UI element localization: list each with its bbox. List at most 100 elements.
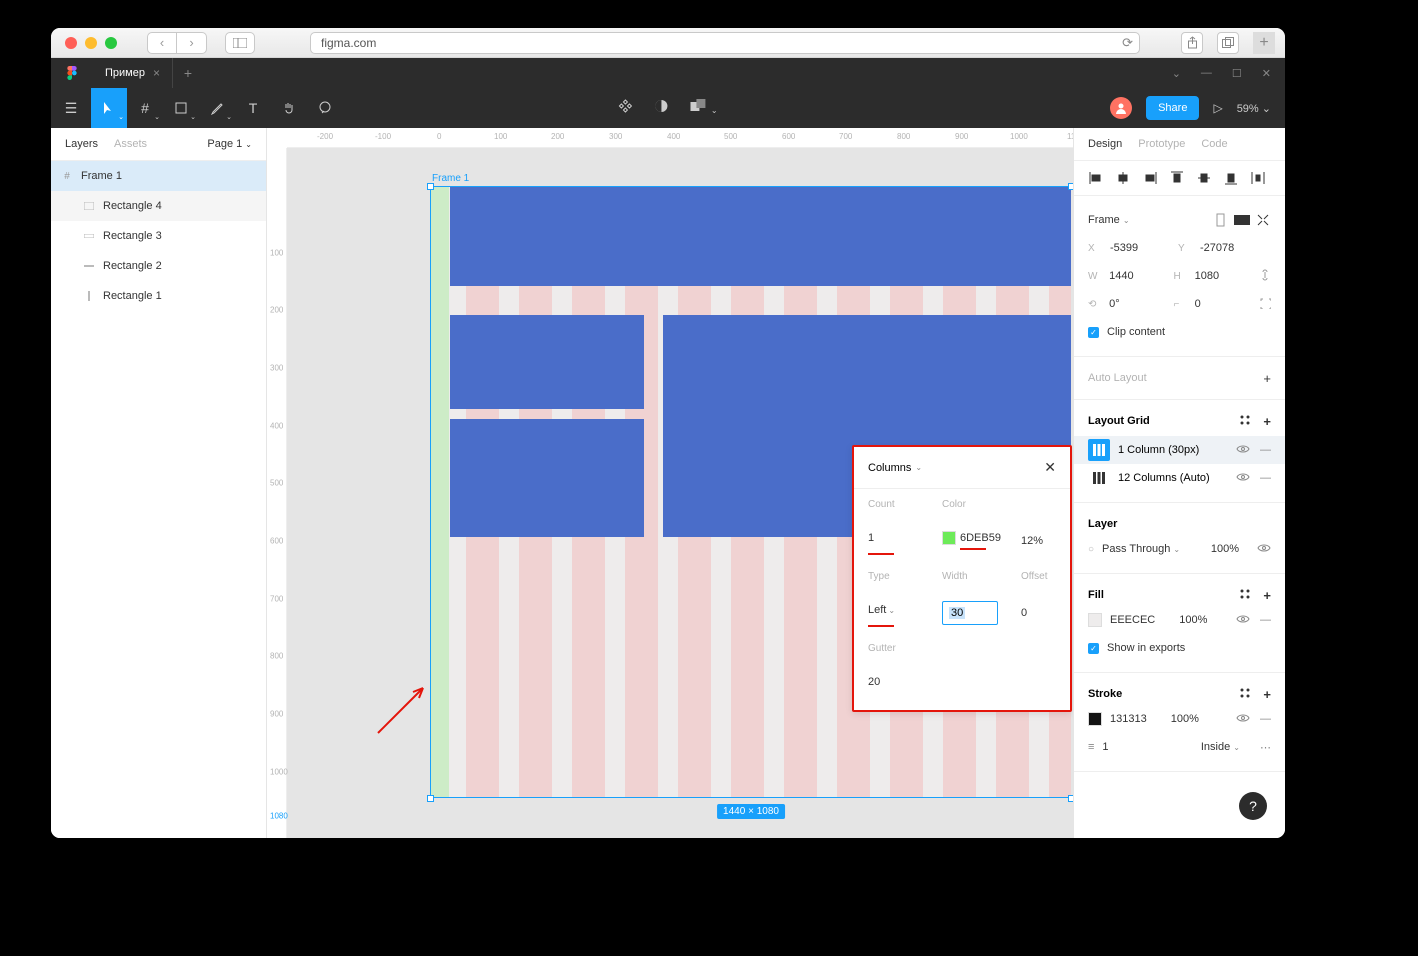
grid-item-2[interactable]: 12 Columns (Auto) [1118, 472, 1210, 484]
add-stroke-button[interactable]: + [1263, 687, 1271, 702]
frame-type-select[interactable]: Frame ⌄ [1088, 214, 1130, 226]
share-icon[interactable] [1181, 32, 1203, 54]
align-hcenter-icon[interactable] [1115, 170, 1131, 186]
constrain-proportions-icon[interactable] [1259, 268, 1271, 285]
rectangle-3[interactable] [450, 315, 644, 409]
close-window-icon[interactable] [65, 37, 77, 49]
layer-rectangle-2[interactable]: Rectangle 2 [51, 251, 266, 281]
layer-rectangle-4[interactable]: Rectangle 4 [51, 191, 266, 221]
reload-icon[interactable]: ⟳ [1122, 35, 1133, 51]
close-icon[interactable]: ✕ [1044, 459, 1056, 476]
pen-tool[interactable]: ⌄ [199, 88, 235, 128]
blend-mode-select[interactable]: Pass Through ⌄ [1102, 543, 1180, 555]
remove-stroke-button[interactable]: — [1260, 713, 1271, 726]
align-top-icon[interactable] [1169, 170, 1185, 186]
frame-label[interactable]: Frame 1 [432, 173, 469, 184]
x-input[interactable]: -5399 [1110, 242, 1170, 254]
window-minimize-icon[interactable]: — [1201, 67, 1212, 79]
user-avatar[interactable] [1110, 97, 1132, 119]
rectangle-2[interactable] [450, 419, 644, 537]
frame-tool[interactable]: #⌄ [127, 88, 163, 128]
help-button[interactable]: ? [1239, 792, 1267, 820]
remove-grid-button[interactable]: — [1260, 444, 1271, 457]
window-maximize-icon[interactable]: ☐ [1232, 67, 1242, 80]
fill-styles-icon[interactable] [1239, 588, 1251, 603]
stroke-position-select[interactable]: Inside ⌄ [1201, 741, 1240, 753]
h-input[interactable]: 1080 [1195, 270, 1251, 282]
visibility-icon[interactable] [1236, 472, 1250, 485]
visibility-icon[interactable] [1236, 713, 1250, 726]
stroke-weight-input[interactable]: 1 [1102, 741, 1108, 753]
code-tab[interactable]: Code [1201, 138, 1227, 150]
stroke-color-swatch[interactable] [1088, 712, 1102, 726]
visibility-icon[interactable] [1236, 444, 1250, 457]
fill-opacity-input[interactable]: 100% [1179, 614, 1207, 626]
columns-icon[interactable] [1088, 439, 1110, 461]
column-color-input[interactable]: 6DEB59 [942, 529, 1017, 553]
text-tool[interactable]: T [235, 88, 271, 128]
clip-content-checkbox[interactable]: ✓ [1088, 327, 1099, 338]
minimize-window-icon[interactable] [85, 37, 97, 49]
prototype-tab[interactable]: Prototype [1138, 138, 1185, 150]
zoom-level[interactable]: 59% ⌄ [1237, 102, 1271, 115]
radius-input[interactable]: 0 [1195, 298, 1251, 310]
layers-tab[interactable]: Layers [65, 138, 98, 150]
tabs-icon[interactable] [1217, 32, 1239, 54]
comment-tool[interactable] [307, 88, 343, 128]
chevron-down-icon[interactable]: ⌄ [915, 463, 922, 472]
window-close-icon[interactable]: ✕ [1262, 67, 1271, 80]
align-right-icon[interactable] [1142, 170, 1158, 186]
w-input[interactable]: 1440 [1109, 270, 1165, 282]
sidebar-toggle-button[interactable] [225, 32, 255, 54]
distribute-icon[interactable] [1250, 170, 1266, 186]
grid-item-1[interactable]: 1 Column (30px) [1118, 444, 1199, 456]
add-autolayout-button[interactable]: + [1263, 371, 1271, 386]
page-selector[interactable]: Page 1 ⌄ [207, 138, 252, 150]
hand-tool[interactable] [271, 88, 307, 128]
column-width-input[interactable]: 30 [942, 601, 998, 625]
y-input[interactable]: -27078 [1200, 242, 1260, 254]
window-dropdown-icon[interactable]: ⌄ [1172, 67, 1181, 80]
stroke-hex-input[interactable]: 131313 [1110, 713, 1147, 725]
add-fill-button[interactable]: + [1263, 588, 1271, 603]
shape-tool[interactable]: ⌄ [163, 88, 199, 128]
rectangle-4[interactable] [450, 187, 1071, 286]
visibility-icon[interactable] [1236, 614, 1250, 627]
column-count-input[interactable]: 1 [868, 526, 938, 555]
remove-fill-button[interactable]: — [1260, 614, 1271, 627]
column-opacity-input[interactable]: 12% [1021, 529, 1071, 553]
align-vcenter-icon[interactable] [1196, 170, 1212, 186]
new-tab-button[interactable]: + [1253, 32, 1275, 54]
layer-rectangle-1[interactable]: Rectangle 1 [51, 281, 266, 311]
stroke-opacity-input[interactable]: 100% [1171, 713, 1199, 725]
layer-rectangle-3[interactable]: Rectangle 3 [51, 221, 266, 251]
stroke-styles-icon[interactable] [1239, 687, 1251, 702]
column-gutter-input[interactable]: 20 [868, 670, 1071, 694]
fill-color-swatch[interactable] [1088, 613, 1102, 627]
component-icon[interactable] [618, 99, 632, 118]
add-grid-button[interactable]: + [1263, 414, 1271, 429]
document-tab[interactable]: Пример × [93, 58, 173, 88]
rotation-input[interactable]: 0° [1109, 298, 1165, 310]
independent-corners-icon[interactable] [1259, 297, 1271, 312]
column-offset-input[interactable]: 0 [1021, 601, 1071, 625]
mask-icon[interactable] [654, 99, 668, 118]
assets-tab[interactable]: Assets [114, 138, 147, 150]
canvas[interactable]: -200 -100 0 100 200 300 400 500 600 700 … [267, 128, 1073, 838]
fill-hex-input[interactable]: EEECEC [1110, 614, 1155, 626]
back-button[interactable]: ‹ [147, 32, 177, 54]
present-icon[interactable]: ▷ [1213, 101, 1222, 115]
orientation-portrait-icon[interactable] [1213, 212, 1229, 228]
layer-opacity-input[interactable]: 100% [1211, 543, 1239, 555]
new-figma-tab-button[interactable]: + [173, 65, 203, 81]
orientation-landscape-icon[interactable] [1233, 212, 1251, 228]
grid-styles-icon[interactable] [1239, 414, 1251, 429]
align-left-icon[interactable] [1088, 170, 1104, 186]
maximize-window-icon[interactable] [105, 37, 117, 49]
layer-frame-1[interactable]: # Frame 1 [51, 161, 266, 191]
main-menu-button[interactable]: ☰ [51, 88, 91, 128]
close-tab-icon[interactable]: × [153, 66, 160, 80]
url-bar[interactable]: figma.com ⟳ [310, 32, 1140, 54]
stroke-advanced-button[interactable]: ⋯ [1260, 741, 1271, 754]
column-type-select[interactable]: Left ⌄ [868, 598, 938, 627]
